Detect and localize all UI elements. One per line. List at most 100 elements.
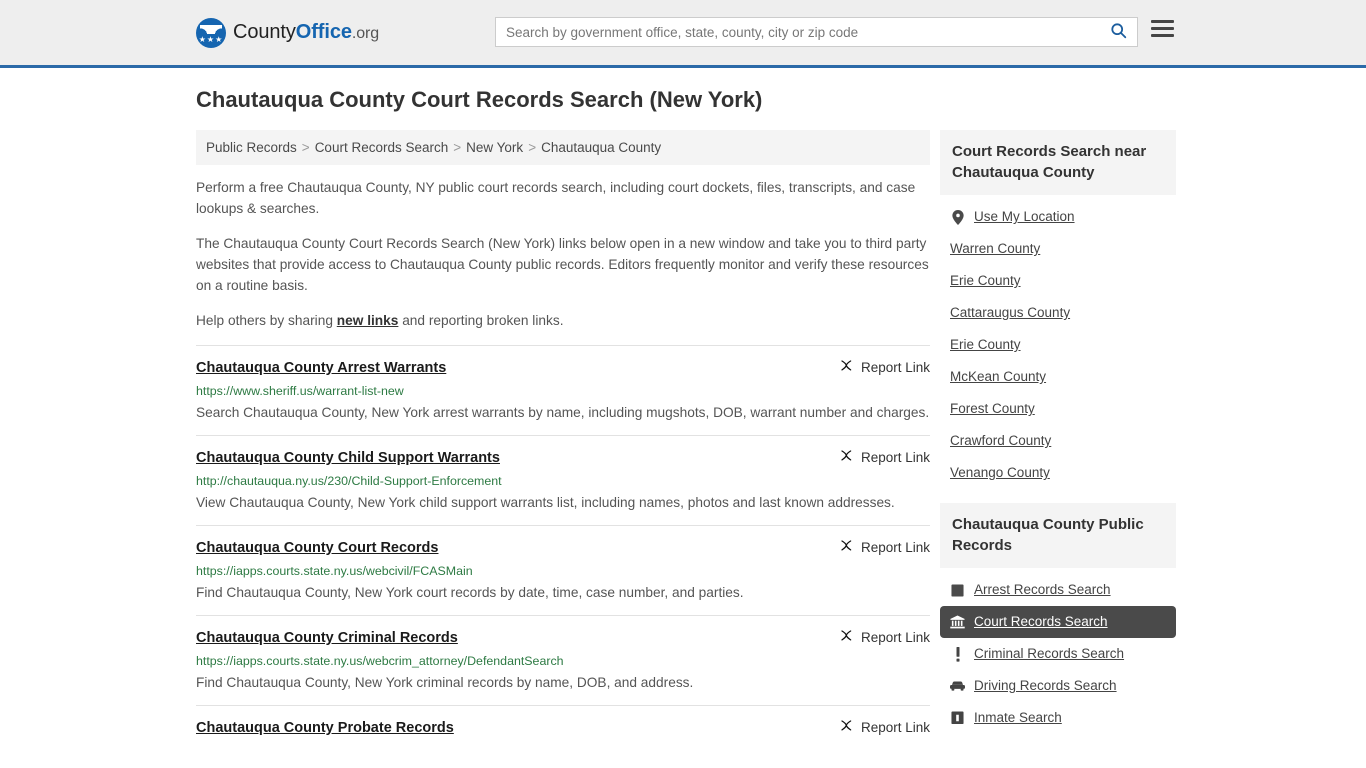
result-description: Find Chautauqua County, New York court r… [196, 581, 930, 605]
result-title-link[interactable]: Chautauqua County Child Support Warrants [196, 448, 500, 468]
nearby-item[interactable]: Venango County [940, 457, 1176, 489]
sidebar: Court Records Search near Chautauqua Cou… [940, 130, 1176, 748]
car-icon [950, 681, 965, 692]
main-content: Public Records > Court Records Search > New … [196, 130, 930, 748]
nearby-item[interactable]: Warren County [940, 233, 1176, 265]
search-icon [1110, 22, 1127, 42]
nearby-item-label[interactable]: Forest County [950, 400, 1035, 418]
result-header: Chautauqua County Criminal Records Report… [196, 628, 930, 648]
exclamation-icon [950, 647, 965, 662]
brand-part-2: Office [296, 21, 352, 43]
report-link-button[interactable]: Report Link [825, 628, 930, 646]
public-records-item-label[interactable]: Inmate Search [974, 709, 1062, 727]
report-link-label: Report Link [861, 450, 930, 465]
results-list: Chautauqua County Arrest Warrants Report … [196, 345, 930, 748]
result-description: Search Chautauqua County, New York arres… [196, 401, 930, 425]
public-records-item[interactable]: Arrest Records Search [940, 574, 1176, 606]
intro-paragraph-2: The Chautauqua County Court Records Sear… [196, 233, 930, 296]
new-links-link[interactable]: new links [337, 313, 399, 328]
search-bar [495, 17, 1138, 47]
public-records-list: Arrest Records Search Court Records Searc… [940, 568, 1176, 734]
breadcrumb-separator: > [528, 140, 536, 155]
report-link-label: Report Link [861, 720, 930, 735]
report-link-button[interactable]: Report Link [825, 448, 930, 466]
brand-part-3: .org [352, 25, 379, 42]
broken-link-icon [839, 628, 854, 646]
eagle-shield-icon: ★★★ [196, 18, 226, 48]
intro-text: Perform a free Chautauqua County, NY pub… [196, 177, 930, 331]
broken-link-icon [839, 448, 854, 466]
nearby-item[interactable]: Forest County [940, 393, 1176, 425]
public-records-item-label[interactable]: Driving Records Search [974, 677, 1117, 695]
result-title-link[interactable]: Chautauqua County Criminal Records [196, 628, 458, 648]
nearby-item-label[interactable]: Use My Location [974, 208, 1075, 226]
public-records-item-label[interactable]: Arrest Records Search [974, 581, 1111, 599]
report-link-button[interactable]: Report Link [825, 358, 930, 376]
result-title-link[interactable]: Chautauqua County Probate Records [196, 718, 454, 738]
public-records-item[interactable]: Criminal Records Search [940, 638, 1176, 670]
result-url[interactable]: https://iapps.courts.state.ny.us/webcrim… [196, 653, 930, 669]
public-records-item[interactable]: Inmate Search [940, 702, 1176, 734]
result-url[interactable]: http://chautauqua.ny.us/230/Child-Suppor… [196, 473, 930, 489]
search-button[interactable] [1099, 18, 1137, 46]
nearby-item-label[interactable]: Crawford County [950, 432, 1051, 450]
public-records-item-label[interactable]: Criminal Records Search [974, 645, 1124, 663]
report-link-button[interactable]: Report Link [825, 538, 930, 556]
search-input[interactable] [496, 18, 1099, 46]
public-records-item-active[interactable]: Court Records Search [940, 606, 1176, 638]
nearby-item[interactable]: Erie County [940, 329, 1176, 361]
report-link-label: Report Link [861, 630, 930, 645]
result-title-link[interactable]: Chautauqua County Arrest Warrants [196, 358, 446, 378]
breadcrumb-item-0[interactable]: Public Records [206, 140, 297, 155]
result-url[interactable]: https://iapps.courts.state.ny.us/webcivi… [196, 563, 930, 579]
public-records-panel: Chautauqua County Public Records Arrest … [940, 503, 1176, 734]
nearby-item-label[interactable]: McKean County [950, 368, 1046, 386]
nearby-item-label[interactable]: Erie County [950, 336, 1021, 354]
nearby-item[interactable]: Crawford County [940, 425, 1176, 457]
hamburger-menu-icon[interactable] [1151, 20, 1174, 37]
brand-wordmark: CountyOffice.org [233, 21, 379, 44]
public-records-item[interactable]: Driving Records Search [940, 670, 1176, 702]
result-item: Chautauqua County Child Support Warrants… [196, 435, 930, 525]
breadcrumb-item-2[interactable]: New York [466, 140, 523, 155]
site-header: ★★★ CountyOffice.org [0, 0, 1366, 68]
report-link-label: Report Link [861, 540, 930, 555]
result-item: Chautauqua County Probate Records Report … [196, 705, 930, 748]
page-title: Chautauqua County Court Records Search (… [196, 86, 1180, 114]
site-logo[interactable]: ★★★ CountyOffice.org [196, 18, 379, 48]
breadcrumb: Public Records > Court Records Search > New … [196, 130, 930, 165]
jail-icon [950, 711, 965, 725]
nearby-item[interactable]: Cattaraugus County [940, 297, 1176, 329]
public-records-panel-heading: Chautauqua County Public Records [940, 503, 1176, 568]
nearby-item[interactable]: Erie County [940, 265, 1176, 297]
brand-part-1: County [233, 21, 296, 43]
nearby-panel: Court Records Search near Chautauqua Cou… [940, 130, 1176, 489]
result-item: Chautauqua County Arrest Warrants Report … [196, 345, 930, 435]
nearby-item-label[interactable]: Erie County [950, 272, 1021, 290]
nearby-item[interactable]: Use My Location [940, 201, 1176, 233]
courthouse-icon [950, 615, 965, 629]
result-url[interactable]: https://www.sheriff.us/warrant-list-new [196, 383, 930, 399]
result-header: Chautauqua County Probate Records Report … [196, 718, 930, 738]
broken-link-icon [839, 358, 854, 376]
report-link-button[interactable]: Report Link [825, 718, 930, 736]
map-pin-icon [950, 210, 965, 225]
page-container: Chautauqua County Court Records Search (… [0, 68, 1366, 748]
result-title-link[interactable]: Chautauqua County Court Records [196, 538, 438, 558]
nearby-item-label[interactable]: Cattaraugus County [950, 304, 1070, 322]
intro-paragraph-3: Help others by sharing new links and rep… [196, 310, 930, 331]
report-link-label: Report Link [861, 360, 930, 375]
nearby-item[interactable]: McKean County [940, 361, 1176, 393]
breadcrumb-item-3: Chautauqua County [541, 140, 661, 155]
result-header: Chautauqua County Child Support Warrants… [196, 448, 930, 468]
intro-p3-after: and reporting broken links. [398, 313, 563, 328]
broken-link-icon [839, 718, 854, 736]
breadcrumb-separator: > [453, 140, 461, 155]
nearby-item-label[interactable]: Warren County [950, 240, 1040, 258]
broken-link-icon [839, 538, 854, 556]
breadcrumb-item-1[interactable]: Court Records Search [315, 140, 449, 155]
nearby-panel-heading: Court Records Search near Chautauqua Cou… [940, 130, 1176, 195]
result-header: Chautauqua County Court Records Report Li… [196, 538, 930, 558]
nearby-item-label[interactable]: Venango County [950, 464, 1050, 482]
public-records-item-label[interactable]: Court Records Search [974, 613, 1108, 631]
